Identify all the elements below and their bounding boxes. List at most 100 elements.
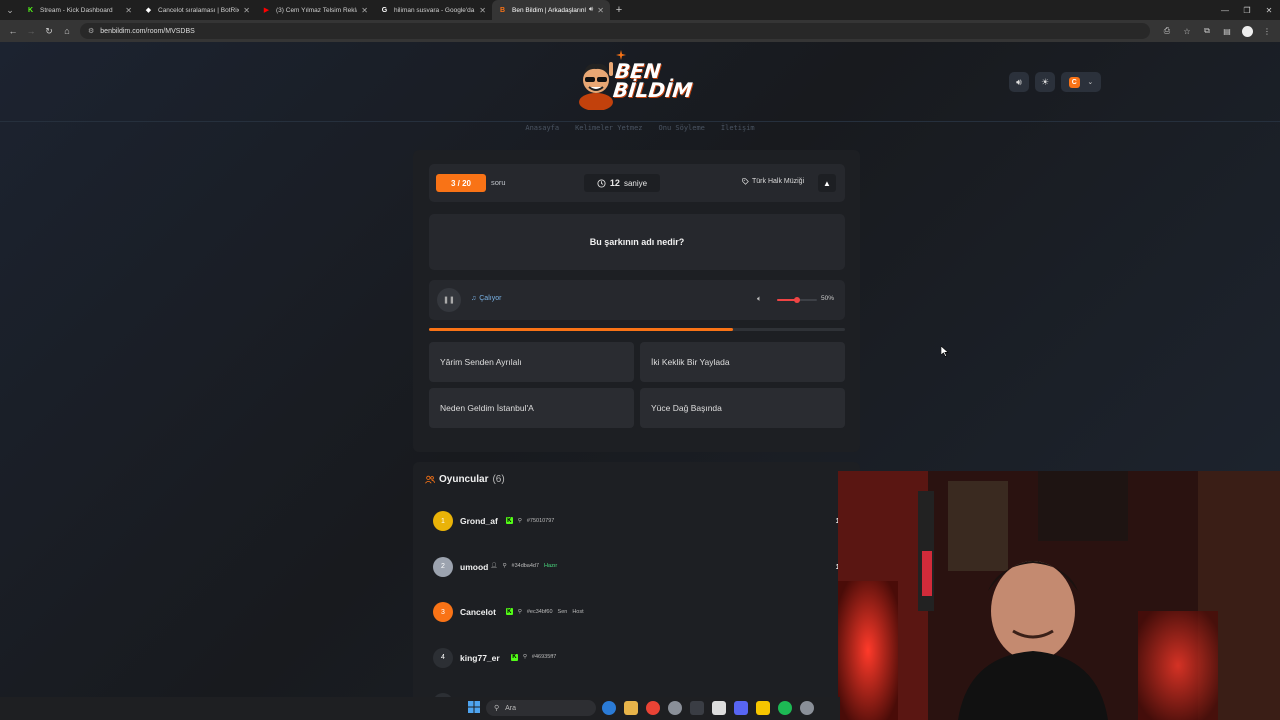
player-id: #46935ff7 xyxy=(531,654,557,660)
chrome-icon[interactable] xyxy=(646,701,660,715)
nav-link-onu-soyleme[interactable]: Onu Söyleme xyxy=(659,124,705,132)
notepad-icon[interactable] xyxy=(712,701,726,715)
home-icon[interactable]: ⌂ xyxy=(58,22,76,40)
benbildim-icon: B xyxy=(499,6,506,14)
tab-title: hiliman susvara - Google'da Ar xyxy=(394,6,476,14)
player-row: 3CancelotK⚲#ec34bf60SenHost7 xyxy=(425,593,850,631)
settings-icon[interactable] xyxy=(800,701,814,715)
players-title-text: Oyuncular xyxy=(439,474,489,485)
reload-icon[interactable]: ↻ xyxy=(40,22,58,40)
site-nav: Anasayfa Kelimeler Yetmez Onu Söyleme İl… xyxy=(0,124,1280,132)
google-icon: G xyxy=(381,6,388,14)
site-info-icon[interactable]: ⚙ xyxy=(88,27,94,35)
answer-option-3[interactable]: Neden Geldim İstanbul'A xyxy=(429,388,634,428)
taskbar: ⚲ Ara xyxy=(0,697,840,720)
volume-slider[interactable] xyxy=(777,297,817,303)
menu-icon[interactable]: ⋮ xyxy=(1258,22,1276,40)
youtube-icon: ▶ xyxy=(263,7,270,14)
browser-toolbar: ← → ↻ ⌂ ⚙ benbildim.com/room/MVSDBS ⎙ ☆ … xyxy=(0,20,1280,42)
edge-icon[interactable] xyxy=(602,701,616,715)
close-tab-icon[interactable]: ✕ xyxy=(125,6,132,15)
add-friend-icon[interactable]: ⚲ xyxy=(523,654,527,660)
close-window-icon[interactable]: ✕ xyxy=(1258,0,1280,20)
close-tab-icon[interactable]: ✕ xyxy=(597,6,604,15)
tab-audio-icon[interactable]: 🔊︎ xyxy=(589,6,593,14)
browser-tab[interactable]: B Ben Bildim | Arkadaşlarınla 🔊︎ ✕ xyxy=(492,0,610,20)
pause-icon: ❚❚ xyxy=(443,297,455,304)
category-text: Türk Halk Müziği xyxy=(752,178,805,185)
music-note-icon: ♫ xyxy=(471,295,477,302)
volume-icon[interactable]: 🔈︎ xyxy=(757,294,762,304)
volume-knob[interactable] xyxy=(794,297,800,303)
back-icon[interactable]: ← xyxy=(4,22,22,40)
extensions-icon[interactable]: ⧉ xyxy=(1198,22,1216,40)
player-rank: 3 xyxy=(433,602,453,622)
player-rank: 4 xyxy=(433,647,453,668)
nav-link-home[interactable]: Anasayfa xyxy=(525,124,559,132)
app-icon[interactable] xyxy=(668,701,682,715)
kick-icon: K xyxy=(505,517,513,524)
clock-icon xyxy=(597,178,606,188)
song-progress-bar xyxy=(429,328,845,331)
answer-option-2[interactable]: İki Keklik Bir Yaylada xyxy=(640,342,845,382)
add-friend-icon[interactable]: ⚲ xyxy=(502,563,506,569)
maximize-icon[interactable]: ❐ xyxy=(1236,0,1258,20)
install-icon[interactable]: ⎙ xyxy=(1158,22,1176,40)
user-menu-button[interactable]: C ⌄ xyxy=(1061,72,1101,92)
site-header: BEN BİLDİM 🔊︎ ☀ C ⌄ xyxy=(0,42,1280,122)
category-label: Türk Halk Müziği xyxy=(742,178,804,185)
sticky-notes-icon[interactable] xyxy=(756,701,770,715)
answer-option-4[interactable]: Yüce Dağ Başında xyxy=(640,388,845,428)
bookmark-star-icon[interactable]: ☆ xyxy=(1178,22,1196,40)
sound-icon[interactable]: 🔊︎ xyxy=(1009,72,1029,92)
add-friend-icon[interactable]: ⚲ xyxy=(518,518,522,524)
player-rank: 2 xyxy=(433,556,453,577)
close-tab-icon[interactable]: ✕ xyxy=(479,6,486,15)
player-row: 4king77_erK⚲#46935ff77 xyxy=(425,639,850,677)
ben-bildim-logo[interactable]: BEN BİLDİM xyxy=(574,50,698,114)
sidebar-icon[interactable]: ▤ xyxy=(1218,22,1236,40)
player-meta: K ⚲ #75010797 xyxy=(505,517,554,524)
mascot-icon xyxy=(579,62,613,110)
close-tab-icon[interactable]: ✕ xyxy=(243,6,250,15)
theme-toggle-icon[interactable]: ☀ xyxy=(1035,72,1055,92)
playing-status-text: Çalıyor xyxy=(479,295,502,302)
browser-tab[interactable]: K Stream - Kick Dashboard ✕ xyxy=(20,0,138,20)
player-rank: 1 xyxy=(433,511,453,531)
kick-icon: K xyxy=(510,653,518,661)
report-button[interactable]: ▲ xyxy=(818,174,836,192)
player-id: #ec34bf60 xyxy=(526,608,553,615)
address-bar[interactable]: ⚙ benbildim.com/room/MVSDBS xyxy=(80,23,1150,39)
logo-text: BEN BİLDİM xyxy=(612,59,695,102)
webcam-overlay xyxy=(838,471,1280,720)
taskbar-search[interactable]: ⚲ Ara xyxy=(486,700,596,716)
browser-tab[interactable]: ▶ (3) Cem Yılmaz Telsim Reklamı ✕ xyxy=(256,0,374,20)
tab-search-icon[interactable]: ⌄ xyxy=(0,0,20,20)
profile-avatar[interactable] xyxy=(1238,22,1256,40)
webcam-feed-image xyxy=(838,471,1280,720)
search-icon: ⚲ xyxy=(494,705,500,712)
new-tab-button[interactable]: + xyxy=(610,4,628,16)
answer-option-1[interactable]: Yârim Senden Ayrılalı xyxy=(429,342,634,382)
spotify-icon[interactable] xyxy=(778,701,792,715)
browser-tab[interactable]: ◆ Cancelot sıralaması | BotRix — ✕ xyxy=(138,0,256,20)
minimize-icon[interactable]: — xyxy=(1214,0,1236,20)
player-meta: 👤︎ ⚲ #34dba4d7 Hazır xyxy=(491,563,558,569)
pause-button[interactable]: ❚❚ xyxy=(437,288,461,312)
question-header: 3 / 20 soru 12 saniye Türk Halk Müziği ▲ xyxy=(429,164,845,202)
close-tab-icon[interactable]: ✕ xyxy=(361,6,368,15)
player-meta: K ⚲ #46935ff7 xyxy=(510,653,557,661)
obs-icon[interactable] xyxy=(690,701,704,715)
add-friend-icon[interactable]: ⚲ xyxy=(518,609,522,615)
user-icon: 👤︎ xyxy=(490,562,498,569)
song-progress-fill xyxy=(429,328,733,331)
browser-tab[interactable]: Ghiliman susvara - Google'da Ar ✕ xyxy=(374,0,492,20)
file-explorer-icon[interactable] xyxy=(624,701,638,715)
windows-start-icon[interactable] xyxy=(468,701,480,713)
nav-link-iletisim[interactable]: İletişim xyxy=(721,124,755,132)
discord-icon[interactable] xyxy=(734,701,748,715)
forward-icon[interactable]: → xyxy=(22,22,40,40)
kick-icon: K xyxy=(27,6,34,14)
player-row: 2umood👤︎⚲#34dba4d7Hazır10 xyxy=(425,548,850,586)
nav-link-kelimeler-yetmez[interactable]: Kelimeler Yetmez xyxy=(575,124,642,132)
